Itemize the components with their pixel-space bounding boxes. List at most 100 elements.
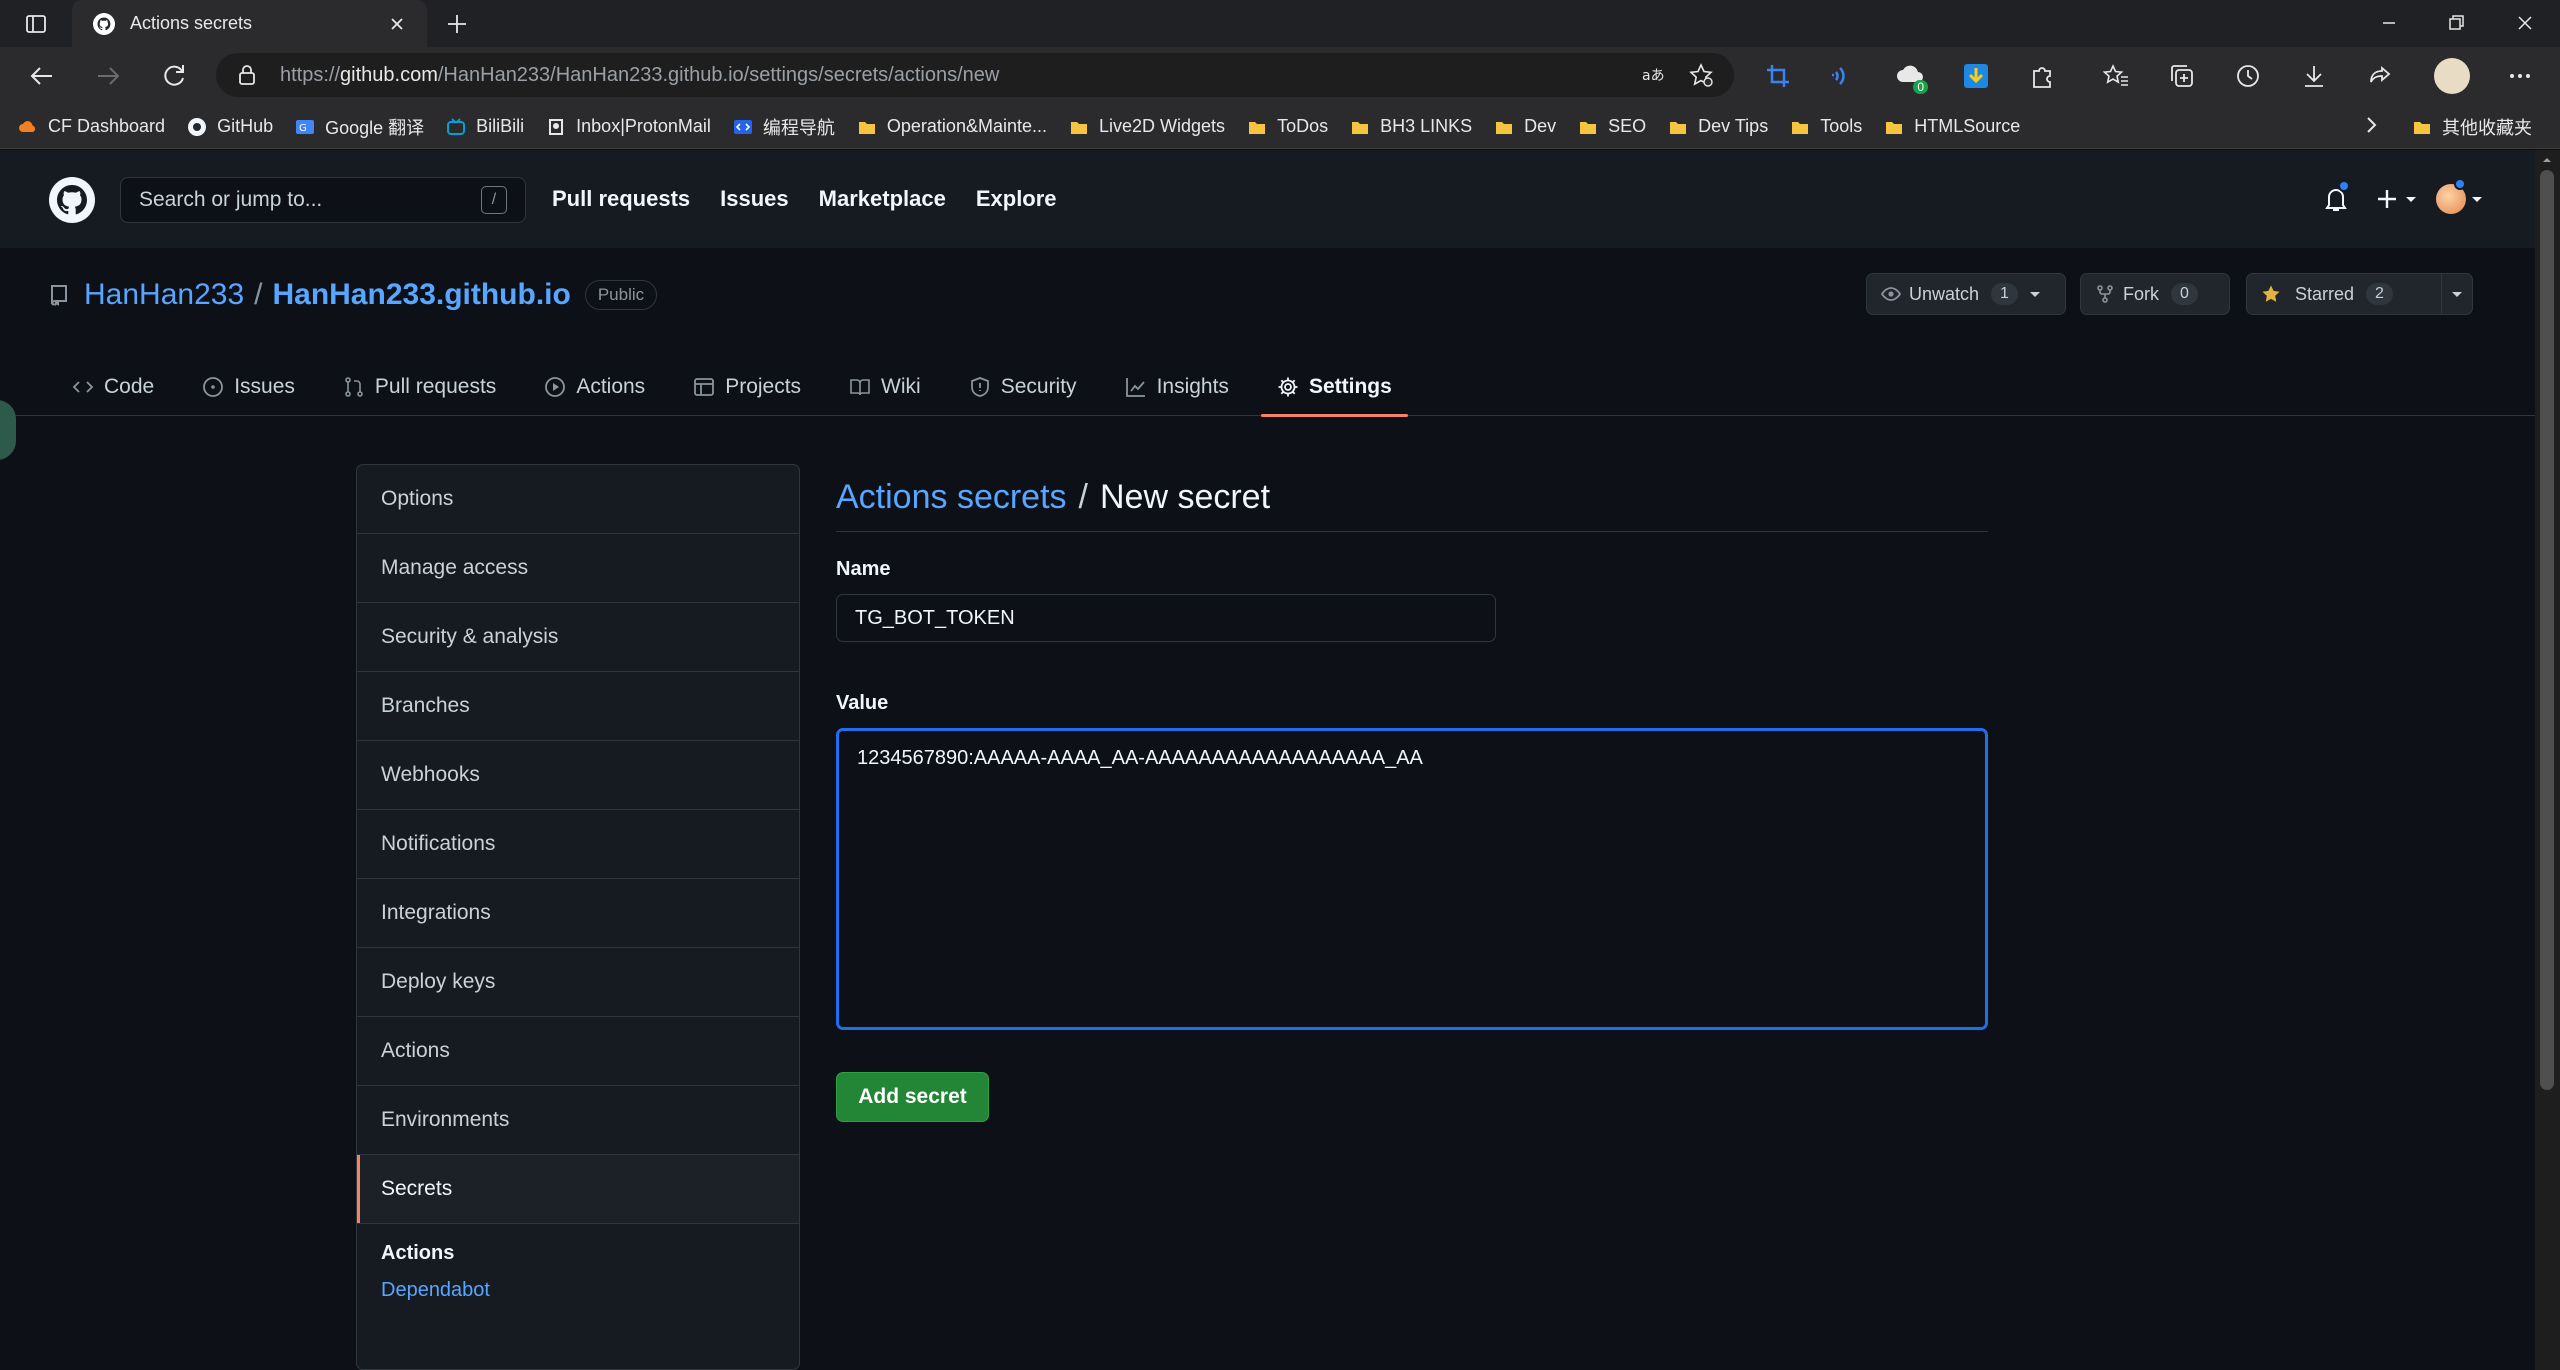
tab-insights[interactable]: Insights [1109, 358, 1245, 416]
tab-security[interactable]: Security [953, 358, 1093, 416]
forward-icon[interactable] [94, 62, 122, 90]
browser-tab-bar: Actions secrets [0, 0, 2560, 47]
scrollbar-thumb[interactable] [2540, 170, 2554, 1090]
share-icon[interactable] [2366, 62, 2394, 90]
tab-wiki[interactable]: Wiki [833, 358, 937, 416]
sidebar-item-notifications[interactable]: Notifications [357, 810, 799, 879]
add-secret-button[interactable]: Add secret [836, 1072, 989, 1122]
read-aloud-icon[interactable]: aあ [1640, 62, 1666, 88]
sidebar-item-deploy-keys[interactable]: Deploy keys [357, 948, 799, 1017]
extensions-puzzle-icon[interactable] [2028, 62, 2056, 90]
back-icon[interactable] [28, 62, 56, 90]
starred-button[interactable]: Starred 2 [2246, 273, 2442, 315]
tab-code[interactable]: Code [56, 358, 170, 416]
nav-issues[interactable]: Issues [720, 186, 789, 212]
repo-name-link[interactable]: HanHan233.github.io [272, 278, 570, 312]
bookmark-item[interactable]: SEO [1578, 116, 1646, 137]
folder-icon [1496, 121, 1513, 134]
more-menu-icon[interactable] [2506, 62, 2534, 90]
url-text[interactable]: https://github.com/HanHan233/HanHan233.g… [280, 64, 1606, 87]
other-bookmarks-folder[interactable]: 其他收藏夹 [2412, 105, 2532, 149]
sidebar-item-integrations[interactable]: Integrations [357, 879, 799, 948]
bookmark-item[interactable]: Tools [1790, 116, 1862, 137]
create-new-dropdown[interactable] [2374, 186, 2418, 212]
sidebar-item-security-analysis[interactable]: Security & analysis [357, 603, 799, 672]
unwatch-button[interactable]: Unwatch 1 [1866, 273, 2066, 315]
breadcrumb-actions-secrets[interactable]: Actions secrets [836, 478, 1067, 517]
cloud-icon [19, 120, 35, 132]
tab-settings[interactable]: Settings [1260, 358, 1408, 417]
bookmark-item[interactable]: BiliBili [446, 116, 524, 137]
minimize-icon[interactable] [2376, 10, 2402, 36]
nav-pull-requests[interactable]: Pull requests [552, 186, 690, 212]
bookmark-item[interactable]: Dev Tips [1668, 116, 1768, 137]
sidebar-item-environments[interactable]: Environments [357, 1086, 799, 1155]
bookmark-item[interactable]: Dev [1494, 116, 1556, 137]
new-tab-icon[interactable] [444, 11, 470, 37]
bookmark-item[interactable]: Operation&Mainte... [857, 116, 1047, 137]
tab-issues[interactable]: Issues [186, 358, 311, 416]
fork-icon [2097, 285, 2113, 303]
audio-extension-icon[interactable] [1828, 62, 1856, 90]
new-secret-form: Actions secrets / New secret Name Value … [836, 464, 1988, 1122]
downloads-icon[interactable] [2300, 62, 2328, 90]
refresh-icon[interactable] [160, 62, 188, 90]
subsection-heading: Actions [381, 1242, 455, 1264]
bookmarks-overflow-chevron-icon[interactable] [2360, 114, 2382, 136]
browser-tab[interactable]: Actions secrets [72, 0, 427, 47]
bookmark-item[interactable]: 编程导航 [733, 114, 835, 140]
address-bar[interactable]: https://github.com/HanHan233/HanHan233.g… [216, 53, 1734, 97]
tab-label: Settings [1308, 375, 1392, 398]
sidebar-item-options[interactable]: Options [357, 465, 799, 534]
user-menu-dropdown[interactable] [2436, 178, 2484, 214]
scroll-up-arrow-icon[interactable] [2542, 155, 2552, 165]
history-icon[interactable] [2234, 62, 2262, 90]
github-logo-icon[interactable] [48, 176, 96, 224]
bookmark-label: SEO [1608, 116, 1647, 136]
star-filled-icon [2262, 285, 2280, 302]
repo-owner-link[interactable]: HanHan233 [84, 278, 244, 312]
bookmark-item[interactable]: CF Dashboard [18, 116, 165, 137]
star-lists-dropdown[interactable] [2441, 273, 2473, 315]
bookmark-item[interactable]: GitHub [187, 116, 273, 137]
browser-profile-avatar[interactable] [2434, 58, 2470, 94]
restore-icon[interactable] [2443, 10, 2469, 36]
secret-name-input[interactable] [836, 594, 1496, 642]
notifications-button[interactable] [2322, 180, 2350, 214]
favorites-icon[interactable] [2102, 62, 2130, 90]
bookmark-item[interactable]: ToDos [1247, 116, 1328, 137]
crop-extension-icon[interactable] [1764, 62, 1792, 90]
tab-actions-icon[interactable] [24, 12, 48, 36]
nav-marketplace[interactable]: Marketplace [819, 186, 946, 212]
download-extension-icon[interactable] [1962, 62, 1990, 90]
close-window-icon[interactable] [2512, 10, 2538, 36]
nav-explore[interactable]: Explore [976, 186, 1057, 212]
bookmark-item[interactable]: Inbox|ProtonMail [546, 116, 711, 137]
bookmark-item[interactable]: G Google 翻译 [295, 114, 424, 140]
lock-icon[interactable] [236, 64, 258, 86]
sidebar-item-manage-access[interactable]: Manage access [357, 534, 799, 603]
watchers-count: 1 [1991, 283, 2018, 305]
github-search-input[interactable]: Search or jump to... / [120, 177, 526, 223]
favorite-star-add-icon[interactable] [1688, 62, 1714, 88]
secret-value-textarea[interactable]: 1234567890:AAAAA-AAAA_AA-AAAAAAAAAAAAAAA… [836, 728, 1988, 1030]
sidebar-item-branches[interactable]: Branches [357, 672, 799, 741]
cloud-extension[interactable]: 0 [1894, 60, 1928, 94]
notification-indicator [2338, 180, 2350, 192]
tab-actions[interactable]: Actions [528, 358, 661, 416]
sidebar-item-webhooks[interactable]: Webhooks [357, 741, 799, 810]
fork-button[interactable]: Fork 0 [2080, 273, 2230, 315]
sidebar-item-secrets[interactable]: Secrets [357, 1155, 799, 1224]
edge-sidebar-handle[interactable] [0, 400, 16, 460]
tab-label: Actions [576, 375, 646, 398]
sidebar-link-dependabot[interactable]: Dependabot [381, 1279, 775, 1302]
bookmark-item[interactable]: BH3 LINKS [1350, 116, 1472, 137]
bookmark-item[interactable]: HTMLSource [1884, 116, 2020, 137]
bookmark-item[interactable]: Live2D Widgets [1069, 116, 1225, 137]
collections-icon[interactable] [2168, 62, 2196, 90]
page-scrollbar[interactable] [2535, 150, 2560, 1370]
tab-projects[interactable]: Projects [677, 358, 817, 416]
close-tab-icon[interactable] [387, 14, 407, 34]
tab-pull-requests[interactable]: Pull requests [327, 358, 512, 416]
sidebar-item-actions[interactable]: Actions [357, 1017, 799, 1086]
